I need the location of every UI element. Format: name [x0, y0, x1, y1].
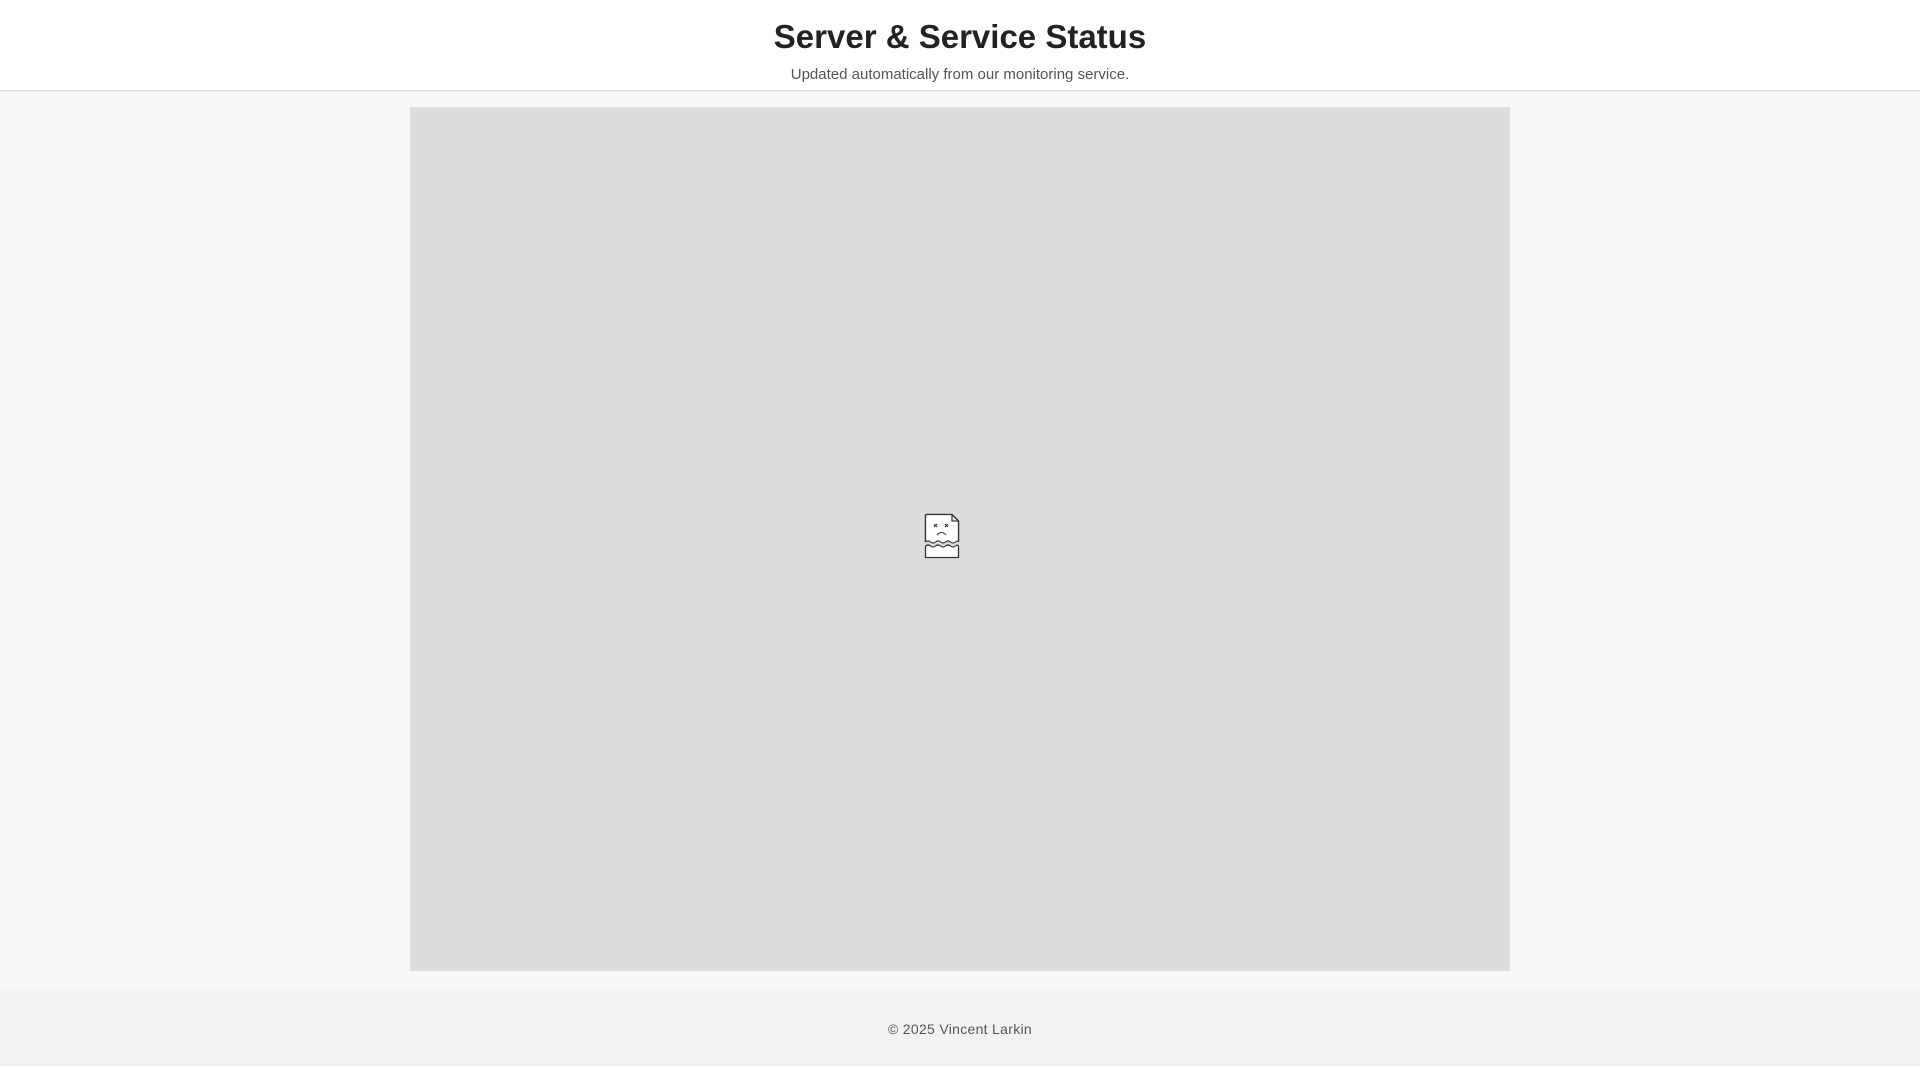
main-content: [0, 92, 1920, 991]
page-footer: © 2025 Vincent Larkin: [0, 991, 1920, 1066]
broken-document-icon: [924, 513, 960, 559]
bottom-strip: [0, 1066, 1920, 1080]
page-header: Server & Service Status Updated automati…: [0, 0, 1920, 91]
page-title: Server & Service Status: [773, 18, 1147, 55]
page-subtitle: Updated automatically from our monitorin…: [790, 66, 1130, 83]
copyright-text: © 2025 Vincent Larkin: [887, 1021, 1032, 1037]
status-embed-frame[interactable]: [410, 107, 1510, 971]
